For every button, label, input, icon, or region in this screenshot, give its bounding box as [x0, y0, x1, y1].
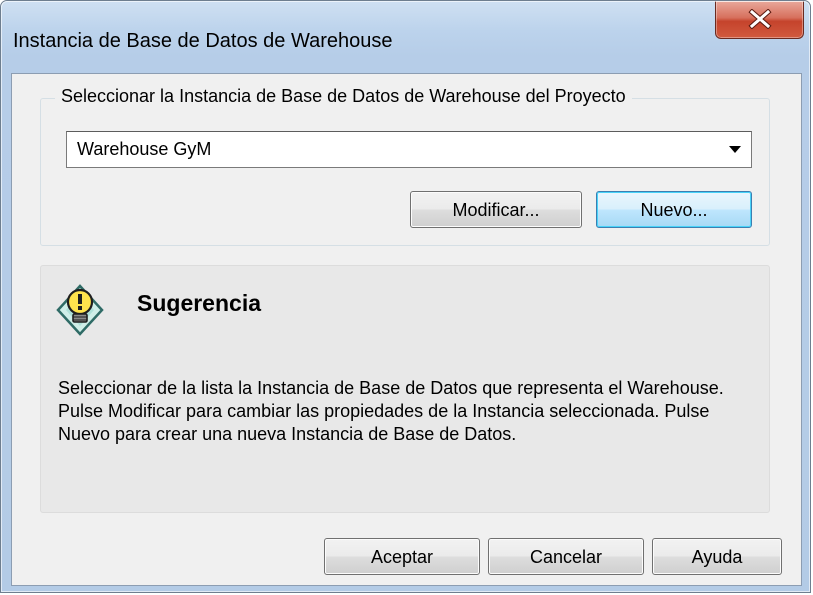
close-icon: [748, 9, 772, 29]
dialog-window: Instancia de Base de Datos de Warehouse …: [0, 0, 811, 593]
accept-button[interactable]: Aceptar: [324, 538, 480, 575]
hint-text: Seleccionar de la lista la Instancia de …: [58, 378, 724, 444]
selected-instance: Warehouse GyM: [77, 139, 212, 159]
warehouse-instance-select[interactable]: Warehouse GyM: [66, 131, 752, 168]
help-button[interactable]: Ayuda: [652, 538, 782, 575]
modify-button[interactable]: Modificar...: [410, 191, 582, 228]
dialog-content: Seleccionar la Instancia de Base de Dato…: [11, 73, 802, 586]
chevron-down-icon[interactable]: [729, 146, 741, 153]
group-legend: Seleccionar la Instancia de Base de Dato…: [55, 86, 632, 107]
cancel-button[interactable]: Cancelar: [488, 538, 644, 575]
window-title: Instancia de Base de Datos de Warehouse: [13, 30, 393, 52]
lightbulb-icon: [56, 284, 104, 336]
close-button[interactable]: [715, 1, 804, 39]
hint-title: Sugerencia: [137, 290, 261, 316]
new-button[interactable]: Nuevo...: [596, 191, 752, 228]
